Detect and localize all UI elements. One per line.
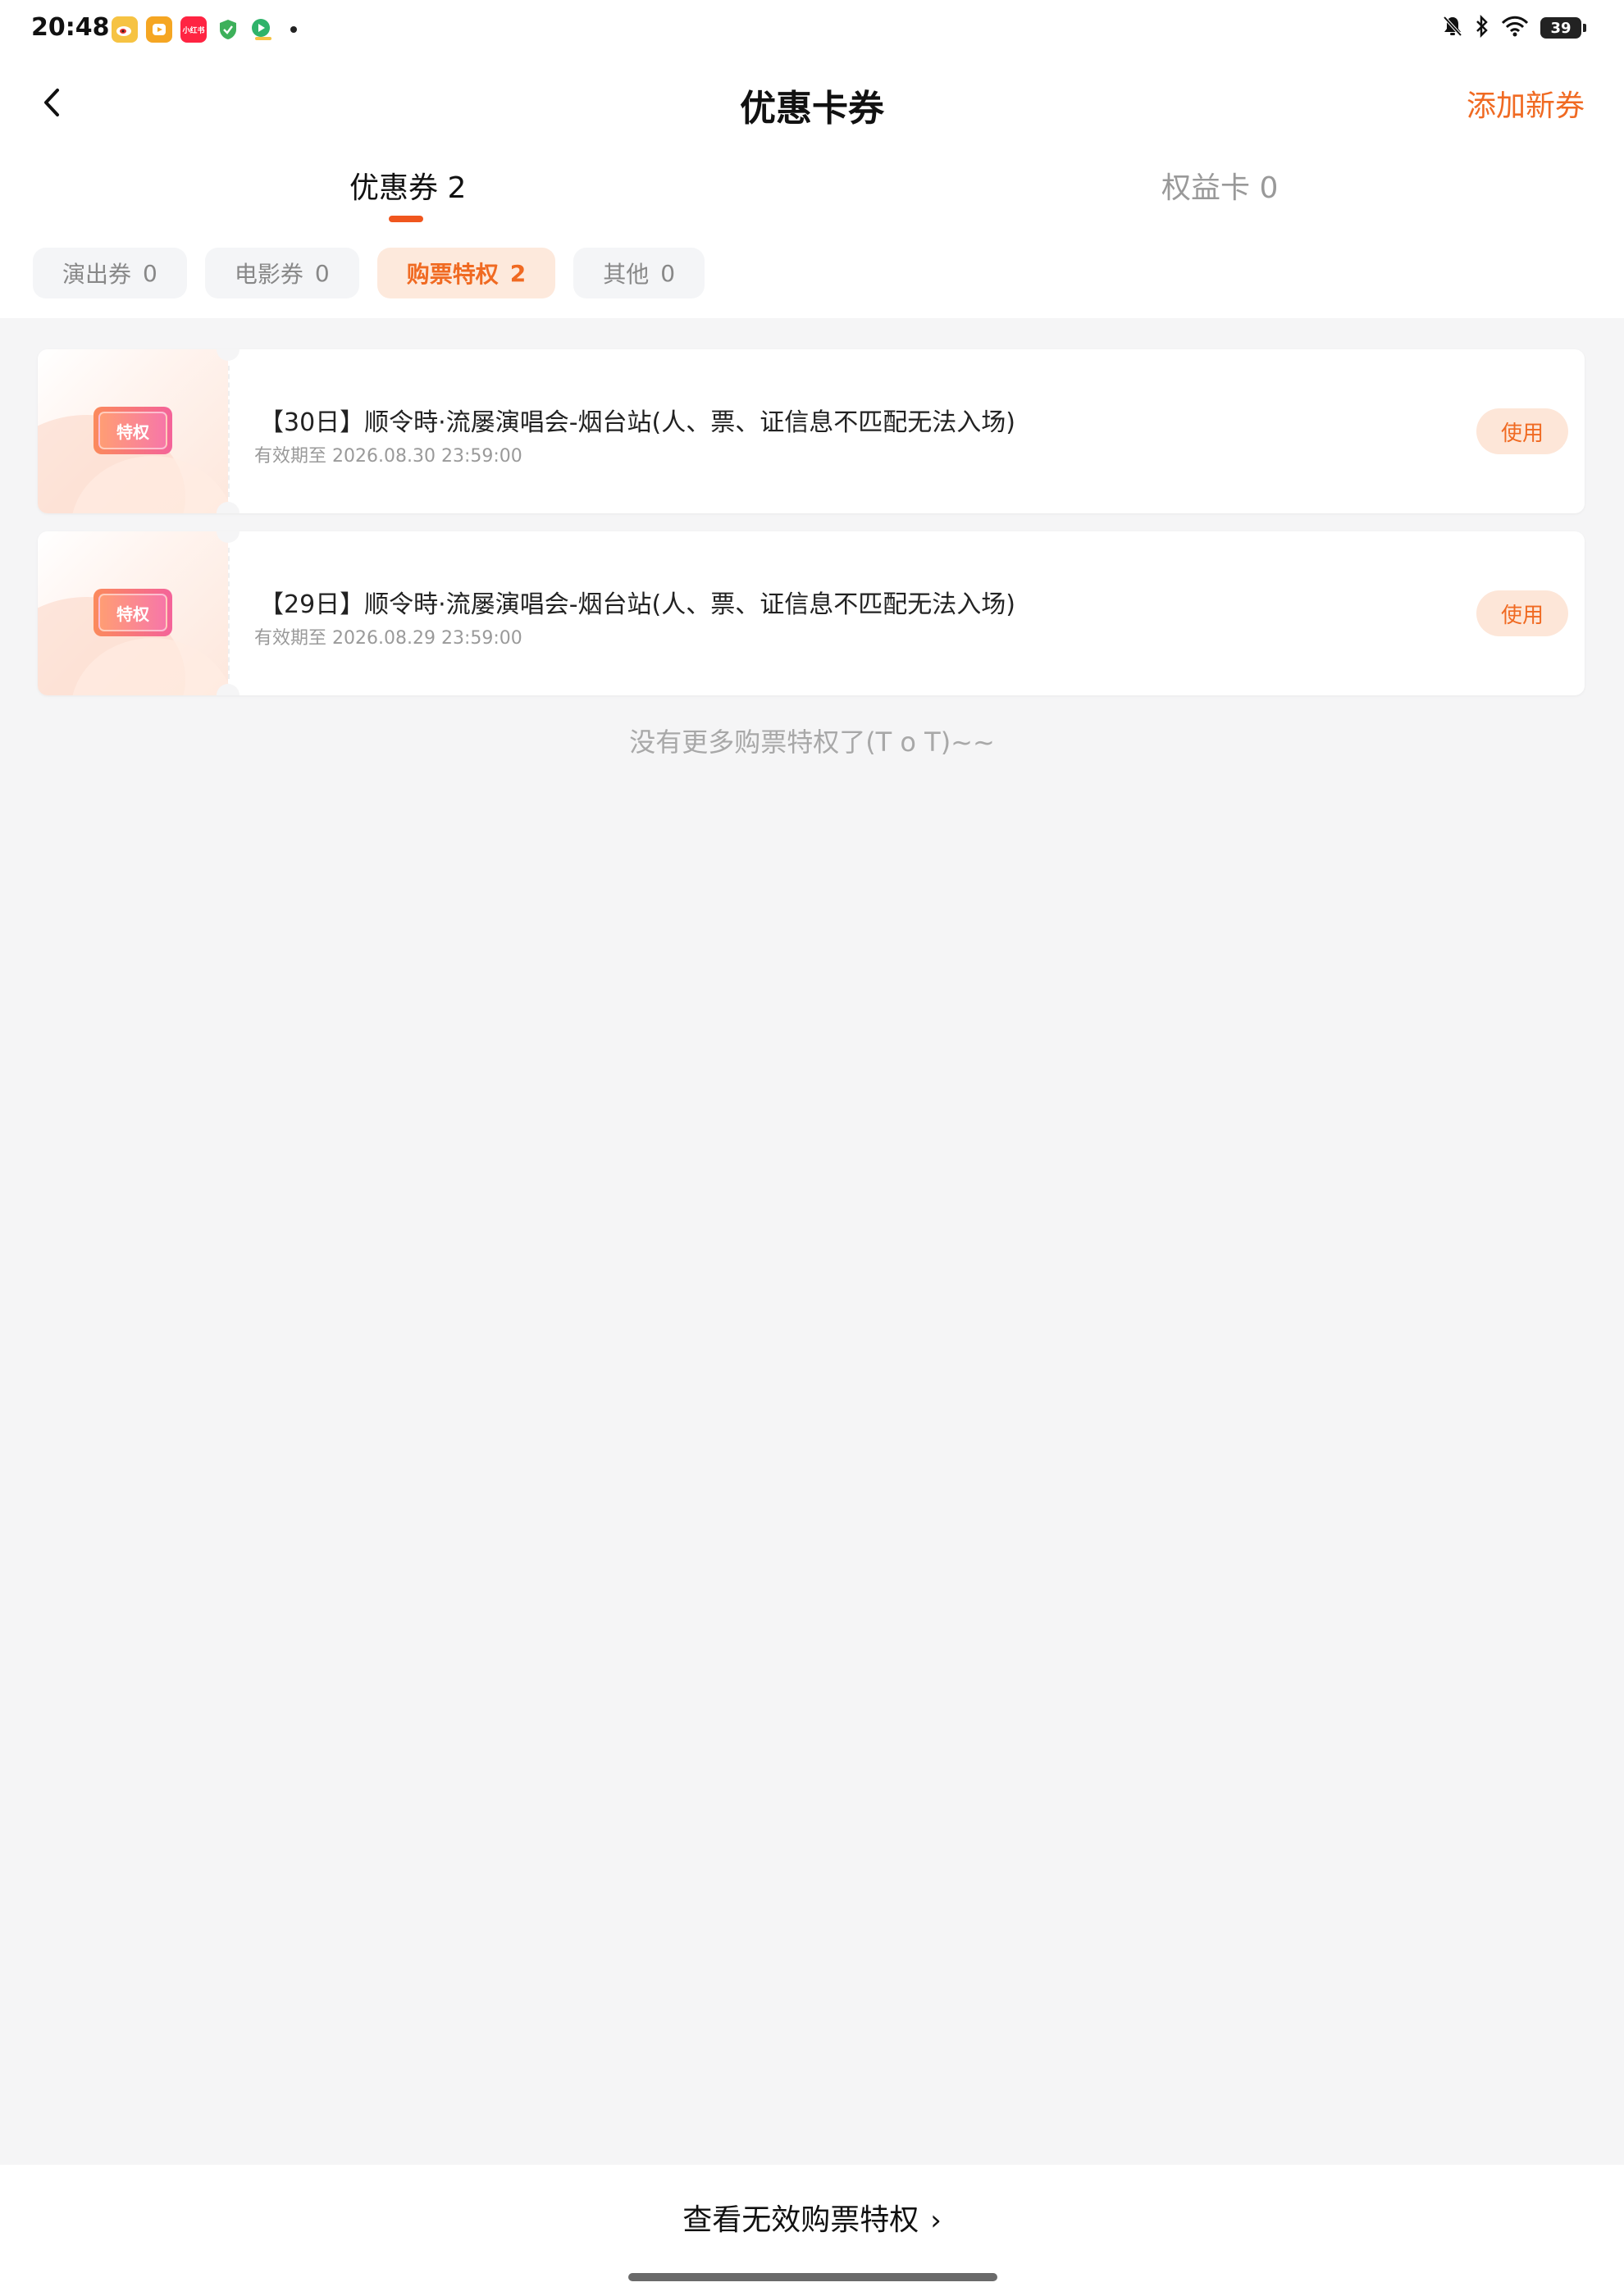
- use-button[interactable]: 使用: [1476, 408, 1568, 454]
- use-button[interactable]: 使用: [1476, 590, 1568, 636]
- chip-show-coupons[interactable]: 演出券 0: [33, 248, 187, 298]
- weibo-icon: [112, 16, 138, 43]
- status-indicators: 39: [1442, 14, 1586, 41]
- status-time: 20:48: [31, 13, 110, 42]
- tab-rights-cards[interactable]: 权益卡 0: [1161, 164, 1278, 207]
- coupon-expiry: 有效期至 2026.08.30 23:59:00: [254, 446, 522, 467]
- notification-icons: 小红书: [112, 16, 297, 43]
- coupon-expiry: 有效期至 2026.08.29 23:59:00: [254, 628, 522, 649]
- coupon-divider: [228, 548, 230, 679]
- badge-label: 特权: [98, 594, 167, 631]
- tab-active-indicator: [389, 216, 423, 222]
- bottom-link-label: 查看无效购票特权: [682, 2203, 919, 2237]
- view-invalid-privileges-link[interactable]: 查看无效购票特权 ›: [0, 2196, 1624, 2239]
- coupon-card[interactable]: 特权 【29日】顺令時·流屡演唱会-烟台站(人、票、证信息不匹配无法入场) 有效…: [38, 531, 1585, 695]
- chip-count: 2: [509, 259, 527, 287]
- chip-ticket-privilege[interactable]: 购票特权 2: [376, 248, 556, 298]
- security-shield-icon: [215, 16, 241, 43]
- status-bar: 20:48 小红书 39: [0, 0, 1624, 62]
- battery-icon: 39: [1540, 17, 1586, 39]
- add-coupon-button[interactable]: 添加新券: [1467, 82, 1585, 125]
- chip-label: 其他: [603, 261, 650, 288]
- video-app-icon: [146, 16, 172, 43]
- play-app-icon: [249, 16, 276, 43]
- mute-icon: [1442, 15, 1463, 41]
- badge-label: 特权: [98, 412, 167, 449]
- chevron-right-icon: ›: [930, 2204, 942, 2237]
- coupon-title: 【29日】顺令時·流屡演唱会-烟台站(人、票、证信息不匹配无法入场): [259, 590, 1015, 619]
- coupon-card[interactable]: 特权 【30日】顺令時·流屡演唱会-烟台站(人、票、证信息不匹配无法入场) 有效…: [38, 349, 1585, 513]
- chip-other[interactable]: 其他 0: [573, 248, 705, 298]
- chip-label: 购票特权: [406, 261, 499, 288]
- bottom-bar: 查看无效购票特权 ›: [0, 2165, 1624, 2296]
- chip-movie-coupons[interactable]: 电影券 0: [204, 248, 359, 298]
- more-notifications-dot: [290, 26, 297, 33]
- chip-label: 电影券: [234, 261, 303, 288]
- xiaohongshu-icon: 小红书: [180, 16, 207, 43]
- chip-label: 演出券: [62, 261, 132, 288]
- chip-count: 0: [314, 259, 330, 287]
- tab-coupons[interactable]: 优惠券 2: [349, 164, 466, 207]
- privilege-badge-icon: 特权: [94, 407, 172, 454]
- no-more-text: 没有更多购票特权了(T o T)~~: [629, 727, 995, 758]
- home-indicator[interactable]: [628, 2273, 997, 2281]
- bluetooth-icon: [1475, 14, 1489, 41]
- chip-count: 0: [143, 259, 157, 287]
- chip-count: 0: [660, 259, 676, 287]
- back-button[interactable]: [36, 82, 69, 123]
- filter-chips: 演出券 0 电影券 0 购票特权 2 其他 0: [33, 248, 705, 298]
- wifi-icon: [1501, 16, 1529, 40]
- privilege-badge-icon: 特权: [94, 589, 172, 636]
- coupon-divider: [228, 366, 230, 497]
- chevron-left-icon: [44, 89, 59, 116]
- coupon-title: 【30日】顺令時·流屡演唱会-烟台站(人、票、证信息不匹配无法入场): [259, 408, 1015, 437]
